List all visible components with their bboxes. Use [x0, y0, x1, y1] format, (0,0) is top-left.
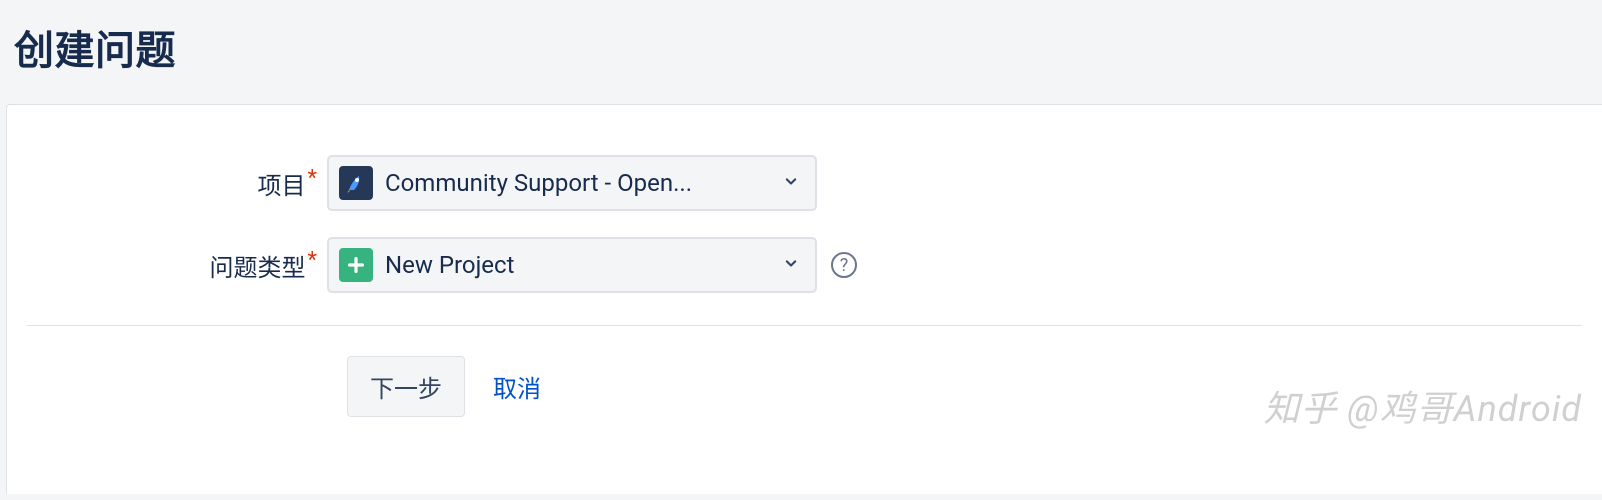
divider [27, 325, 1582, 326]
plus-icon [339, 248, 373, 282]
project-label-text: 项目 [258, 172, 306, 200]
required-asterisk: * [308, 166, 317, 191]
project-select-value: Community Support - Open... [385, 169, 781, 197]
issue-type-field-row: 问题类型* New Project ? [27, 237, 1582, 293]
issue-type-select-value: New Project [385, 251, 781, 279]
required-asterisk: * [308, 248, 317, 273]
issue-type-select[interactable]: New Project [327, 237, 817, 293]
create-issue-form: 项目* Community Support - Open... 问题类型* Ne… [6, 104, 1602, 494]
project-field-row: 项目* Community Support - Open... [27, 155, 1582, 211]
chevron-down-icon [781, 171, 801, 195]
help-icon[interactable]: ? [831, 252, 857, 278]
page-title: 创建问题 [0, 0, 1602, 104]
issue-type-label: 问题类型* [27, 248, 327, 283]
rocket-icon [339, 166, 373, 200]
issue-type-label-text: 问题类型 [210, 254, 306, 282]
action-buttons: 下一步 取消 [27, 356, 1582, 417]
next-button[interactable]: 下一步 [347, 356, 465, 417]
chevron-down-icon [781, 253, 801, 277]
cancel-button[interactable]: 取消 [485, 357, 549, 416]
project-select[interactable]: Community Support - Open... [327, 155, 817, 211]
project-label: 项目* [27, 166, 327, 201]
